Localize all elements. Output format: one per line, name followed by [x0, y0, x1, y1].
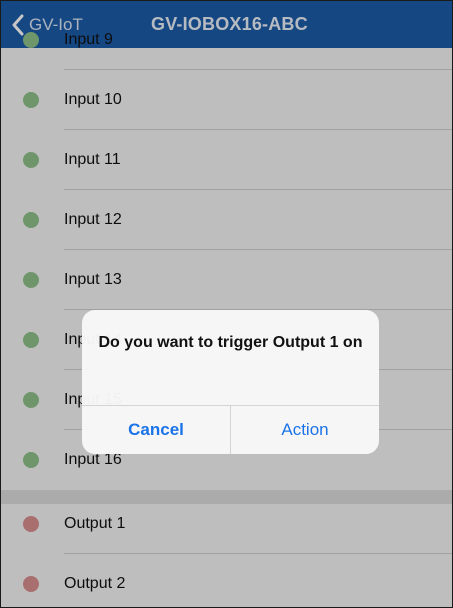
app-screen: GV-IoT GV-IOBOX16-ABC Input 9 Input 10 I…	[0, 0, 453, 608]
cancel-button[interactable]: Cancel	[82, 406, 231, 454]
modal-backdrop	[1, 1, 452, 607]
confirm-dialog: Do you want to trigger Output 1 on Cance…	[82, 310, 379, 454]
dialog-actions: Cancel Action	[82, 405, 379, 454]
action-button[interactable]: Action	[231, 406, 379, 454]
dialog-message: Do you want to trigger Output 1 on	[98, 334, 363, 351]
